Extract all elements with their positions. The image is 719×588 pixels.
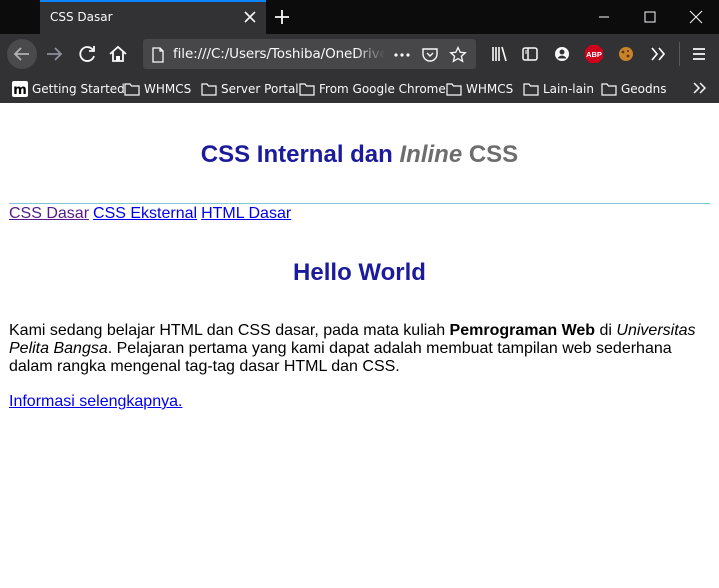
nav-link-css-eksternal[interactable]: CSS Eksternal xyxy=(93,205,197,222)
library-icon[interactable] xyxy=(484,38,516,70)
new-tab-icon[interactable] xyxy=(270,5,294,29)
page-nav: CSS Dasar CSS Eksternal HTML Dasar xyxy=(9,205,295,223)
title-inline: Inline xyxy=(399,141,463,168)
folder-icon xyxy=(601,83,617,96)
bookmark-label: Getting Started xyxy=(32,82,125,96)
reload-icon[interactable] xyxy=(71,38,103,70)
page-actions-icon[interactable] xyxy=(393,46,411,64)
bookmark-label: Geodns xyxy=(621,82,667,96)
svg-text:m: m xyxy=(13,83,27,97)
close-window-icon[interactable] xyxy=(673,0,719,34)
para-text-1: Kami sedang belajar HTML dan CSS dasar, … xyxy=(9,322,450,339)
minimize-icon[interactable] xyxy=(581,0,627,34)
pocket-icon[interactable] xyxy=(421,46,439,64)
bookmark-label: Lain-lain xyxy=(543,82,594,96)
adblock-plus-icon[interactable]: ABP xyxy=(578,38,610,70)
maximize-icon[interactable] xyxy=(627,0,673,34)
account-icon[interactable] xyxy=(546,38,578,70)
bookmarks-overflow-icon[interactable] xyxy=(691,80,707,96)
bookmark-folder-lain-lain[interactable]: Lain-lain xyxy=(523,80,594,98)
nav-link-css-dasar[interactable]: CSS Dasar xyxy=(9,205,89,222)
hello-heading: Hello World xyxy=(293,259,426,286)
cookie-extension-icon[interactable] xyxy=(610,38,642,70)
forward-button-icon[interactable] xyxy=(38,38,70,70)
nav-link-html-dasar[interactable]: HTML Dasar xyxy=(201,205,291,222)
folder-icon xyxy=(201,83,217,96)
bookmark-star-icon[interactable] xyxy=(449,46,467,64)
web-page: CSS Internal dan Inline CSS CSS Dasar CSS… xyxy=(0,103,719,588)
bookmark-label: WHMCS xyxy=(144,82,192,96)
back-button-icon[interactable] xyxy=(6,38,38,70)
bookmark-folder-server-portal[interactable]: Server Portal xyxy=(201,80,299,98)
tab-css-dasar[interactable]: CSS Dasar xyxy=(40,0,266,34)
bookmark-folder-whmcs[interactable]: WHMCS xyxy=(124,80,191,98)
url-fade xyxy=(355,39,385,69)
page-title: CSS Internal dan Inline CSS xyxy=(0,141,719,169)
bookmark-folder-from-google-chrome[interactable]: From Google Chrome xyxy=(299,80,446,98)
url-bar[interactable]: file:///C:/Users/Toshiba/OneDrive/K xyxy=(143,39,476,69)
title-tail: CSS xyxy=(468,141,519,168)
overflow-menu-icon[interactable] xyxy=(642,38,674,70)
divider xyxy=(9,203,710,204)
url-text[interactable]: file:///C:/Users/Toshiba/OneDrive/K xyxy=(173,46,385,62)
abp-label: ABP xyxy=(586,50,602,59)
bookmark-label: WHMCS xyxy=(466,82,514,96)
bookmark-label: From Google Chrome xyxy=(319,82,446,96)
folder-icon xyxy=(446,83,462,96)
page-icon xyxy=(152,47,164,63)
course-name: Pemrograman Web xyxy=(449,322,596,339)
intro-paragraph: Kami sedang belajar HTML dan CSS dasar, … xyxy=(9,322,709,376)
tab-title: CSS Dasar xyxy=(50,10,113,24)
para-text-3: . Pelajaran pertama yang kami dapat adal… xyxy=(9,340,672,375)
bookmarks-toolbar: m Getting Started WHMCS Server Portal Fr… xyxy=(0,74,719,103)
hamburger-menu-icon[interactable] xyxy=(683,38,715,70)
navigation-toolbar: file:///C:/Users/Toshiba/OneDrive/K ABP xyxy=(0,34,719,74)
title-main: CSS Internal dan xyxy=(200,141,393,168)
para-text-2: di xyxy=(595,322,617,339)
folder-icon xyxy=(299,83,315,96)
folder-icon xyxy=(124,83,140,96)
bookmark-getting-started[interactable]: m Getting Started xyxy=(12,80,125,98)
folder-icon xyxy=(523,83,539,96)
toolbar-separator xyxy=(679,42,680,66)
home-icon[interactable] xyxy=(102,38,134,70)
bookmark-folder-geodns[interactable]: Geodns xyxy=(601,80,667,98)
more-info-link[interactable]: Informasi selengkapnya. xyxy=(9,393,182,411)
sidebar-icon[interactable] xyxy=(514,38,546,70)
bookmark-folder-whmcs-2[interactable]: WHMCS xyxy=(446,80,513,98)
getting-started-icon: m xyxy=(12,81,28,97)
close-tab-icon[interactable] xyxy=(242,9,258,25)
bookmark-label: Server Portal xyxy=(221,82,299,96)
tab-strip: CSS Dasar xyxy=(0,0,719,34)
browser-chrome: CSS Dasar file:///C:/Users/Toshiba/OneDr… xyxy=(0,0,719,103)
